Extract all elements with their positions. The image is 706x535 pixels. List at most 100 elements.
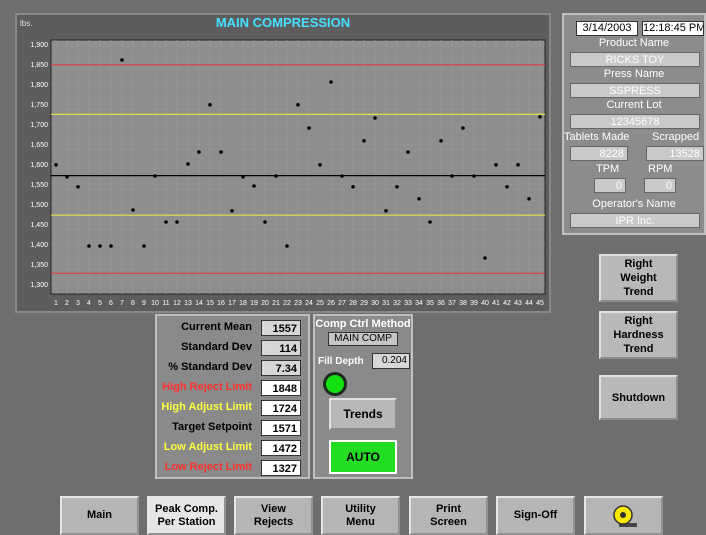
fill-depth-label: Fill Depth [318, 356, 364, 367]
chart-panel: lbs. MAIN COMPRESSION 1,900 1,850 1,800 1,750… [15, 13, 551, 313]
data-point [538, 115, 542, 119]
y-tick-label: 1,400 [30, 242, 48, 249]
x-tick-label: 22 [283, 300, 291, 307]
alarm-icon [612, 504, 637, 527]
y-tick-label: 1,850 [30, 62, 48, 69]
stat-label: High Adjust Limit [161, 401, 252, 413]
nav-utility-menu[interactable]: Utility Menu [321, 496, 400, 535]
nav-main[interactable]: Main [60, 496, 139, 535]
x-tick-label: 36 [437, 300, 445, 307]
y-tick-label: 1,550 [30, 182, 48, 189]
nav-sign-off[interactable]: Sign-Off [496, 496, 575, 535]
comp-ctrl-title: Comp Ctrl Method [315, 318, 411, 330]
right-weight-trend-button[interactable]: Right Weight Trend [599, 254, 678, 302]
nav-view-rejects[interactable]: View Rejects [234, 496, 313, 535]
x-tick-label: 26 [327, 300, 335, 307]
right-hardness-trend-button[interactable]: Right Hardness Trend [599, 311, 678, 359]
stat-value[interactable]: 1724 [261, 400, 301, 416]
x-tick-label: 8 [131, 300, 135, 307]
x-tick-label: 30 [371, 300, 379, 307]
data-point [175, 220, 179, 224]
tpm-field: 0 [594, 178, 626, 193]
x-tick-label: 33 [404, 300, 412, 307]
x-tick-label: 35 [426, 300, 434, 307]
data-point [450, 174, 454, 178]
data-point [461, 126, 465, 130]
data-point [131, 208, 135, 212]
x-tick-label: 7 [120, 300, 124, 307]
current-lot-field: 12345678 [570, 114, 700, 129]
data-point [384, 209, 388, 213]
x-tick-label: 10 [151, 300, 159, 307]
tablets-made-field: 8228 [570, 146, 628, 161]
product-name-label: Product Name [598, 37, 670, 49]
data-point [230, 209, 234, 213]
shutdown-button[interactable]: Shutdown [599, 375, 678, 420]
x-tick-label: 45 [536, 300, 544, 307]
x-tick-label: 44 [525, 300, 533, 307]
data-point [373, 116, 377, 120]
stat-label: % Standard Dev [168, 361, 252, 373]
stat-value[interactable]: 1848 [261, 380, 301, 396]
x-tick-label: 38 [459, 300, 467, 307]
x-tick-label: 39 [470, 300, 478, 307]
data-point [483, 256, 487, 260]
data-point [142, 244, 146, 248]
stat-label: High Reject Limit [162, 381, 252, 393]
stat-value[interactable]: 1472 [261, 440, 301, 456]
data-point [516, 163, 520, 167]
press-name-label: Press Name [603, 68, 665, 80]
y-tick-label: 1,700 [30, 122, 48, 129]
trends-button[interactable]: Trends [329, 398, 397, 430]
data-point [439, 139, 443, 143]
tablets-made-label: Tablets Made [564, 131, 630, 143]
nav-peak-comp-per-station[interactable]: Peak Comp. Per Station [147, 496, 226, 535]
x-tick-label: 42 [503, 300, 511, 307]
x-tick-label: 16 [217, 300, 225, 307]
x-tick-label: 21 [272, 300, 280, 307]
data-point [340, 174, 344, 178]
x-tick-label: 14 [195, 300, 203, 307]
y-tick-label: 1,800 [30, 82, 48, 89]
compression-chart: lbs. MAIN COMPRESSION 1,900 1,850 1,800 1,750… [20, 15, 546, 307]
current-lot-label: Current Lot [606, 99, 662, 111]
x-tick-label: 11 [162, 300, 169, 307]
x-tick-label: 12 [173, 300, 181, 307]
x-tick-label: 24 [305, 300, 313, 307]
data-point [417, 197, 421, 201]
data-point [494, 163, 498, 167]
comp-ctrl-method[interactable]: MAIN COMP [328, 332, 398, 346]
stat-label: Current Mean [181, 321, 252, 333]
scrapped-field: 13528 [646, 146, 704, 161]
data-point [274, 174, 278, 178]
x-tick-label: 25 [316, 300, 324, 307]
nav-print-screen[interactable]: Print Screen [409, 496, 488, 535]
y-tick-label: 1,350 [30, 262, 48, 269]
data-point [109, 244, 113, 248]
stat-label: Standard Dev [181, 341, 252, 353]
operator-name-label: Operator's Name [592, 198, 676, 210]
stat-label: Target Setpoint [172, 421, 252, 433]
rpm-label: RPM [648, 163, 673, 175]
x-tick-label: 40 [481, 300, 489, 307]
x-tick-label: 37 [448, 300, 456, 307]
x-tick-label: 41 [492, 300, 500, 307]
data-point [219, 150, 223, 154]
stat-value[interactable]: 1571 [261, 420, 301, 436]
x-tick-label: 19 [250, 300, 258, 307]
y-tick-label: 1,600 [30, 162, 48, 169]
x-tick-label: 27 [338, 300, 346, 307]
data-point [428, 220, 432, 224]
x-tick-label: 34 [415, 300, 423, 307]
y-tick-label: 1,300 [30, 282, 48, 289]
stat-value[interactable]: 1327 [261, 460, 301, 476]
data-point [263, 220, 267, 224]
nav-alarm-button[interactable] [584, 496, 663, 535]
x-tick-label: 29 [360, 300, 368, 307]
x-tick-label: 1 [54, 300, 58, 307]
stat-value: 7.34 [261, 360, 301, 376]
auto-button[interactable]: AUTO [329, 440, 397, 474]
x-tick-label: 43 [514, 300, 522, 307]
tpm-label: TPM [596, 163, 620, 175]
x-tick-label: 4 [87, 300, 91, 307]
